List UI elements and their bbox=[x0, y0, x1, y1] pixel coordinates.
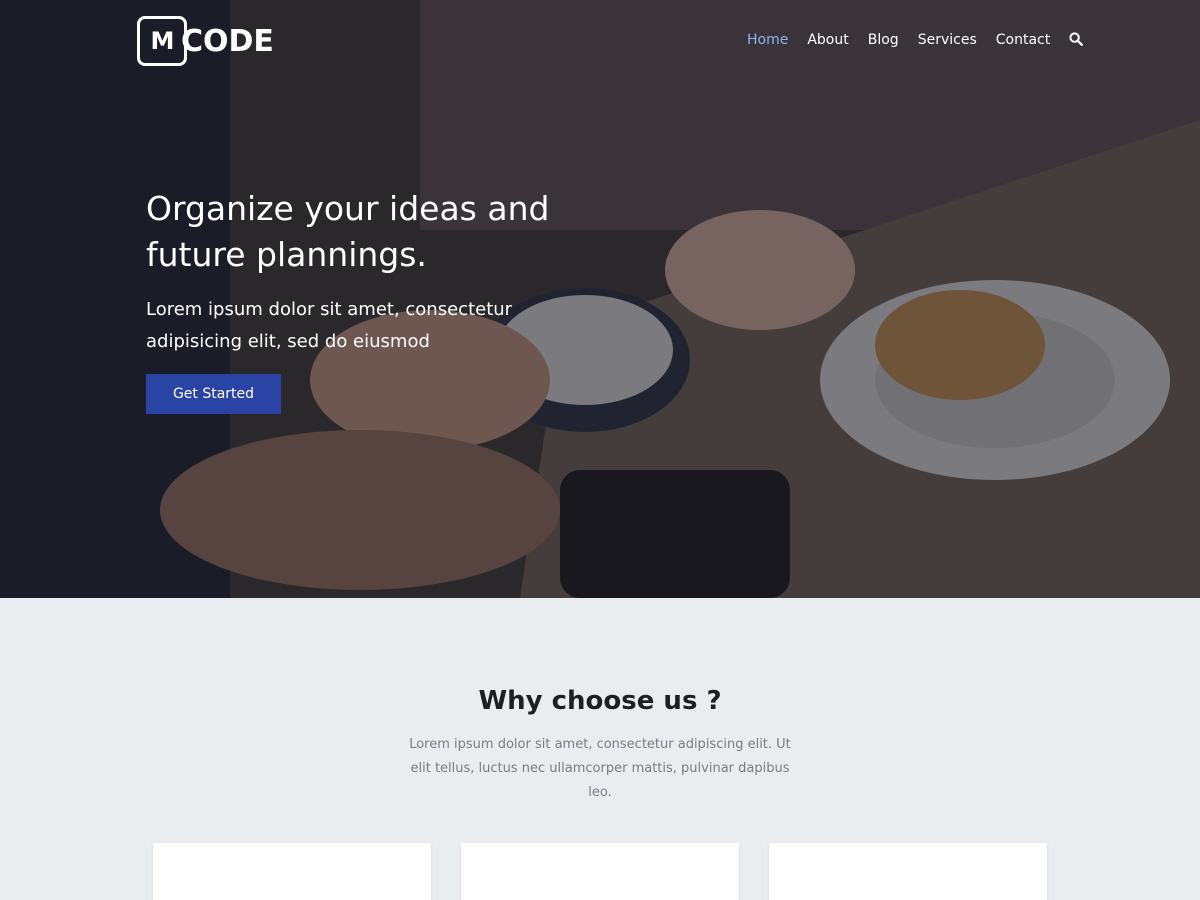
feature-card bbox=[461, 843, 739, 900]
feature-card bbox=[153, 843, 431, 900]
logo-mark: M bbox=[137, 16, 187, 66]
nav-item-blog[interactable]: Blog bbox=[868, 32, 899, 48]
hero-title: Organize your ideas and future plannings… bbox=[146, 189, 550, 274]
nav-item-about[interactable]: About bbox=[807, 32, 848, 48]
nav-item-home[interactable]: Home bbox=[747, 32, 788, 48]
main-nav: Home About Blog Services Contact bbox=[747, 32, 1085, 48]
why-section-title: Why choose us ? bbox=[478, 686, 722, 716]
site-logo[interactable]: M CODE bbox=[137, 16, 274, 66]
why-section-text: Lorem ipsum dolor sit amet, consectetur … bbox=[409, 737, 791, 800]
hero-subtitle: Lorem ipsum dolor sit amet, consectetur … bbox=[146, 299, 513, 352]
get-started-button[interactable]: Get Started bbox=[146, 374, 281, 414]
nav-item-contact[interactable]: Contact bbox=[996, 32, 1050, 48]
logo-text: CODE bbox=[181, 23, 274, 59]
nav-item-services[interactable]: Services bbox=[918, 32, 977, 48]
search-icon[interactable] bbox=[1069, 32, 1085, 48]
hero-section: M CODE Home About Blog Services Contact … bbox=[0, 0, 1200, 598]
feature-card bbox=[769, 843, 1047, 900]
